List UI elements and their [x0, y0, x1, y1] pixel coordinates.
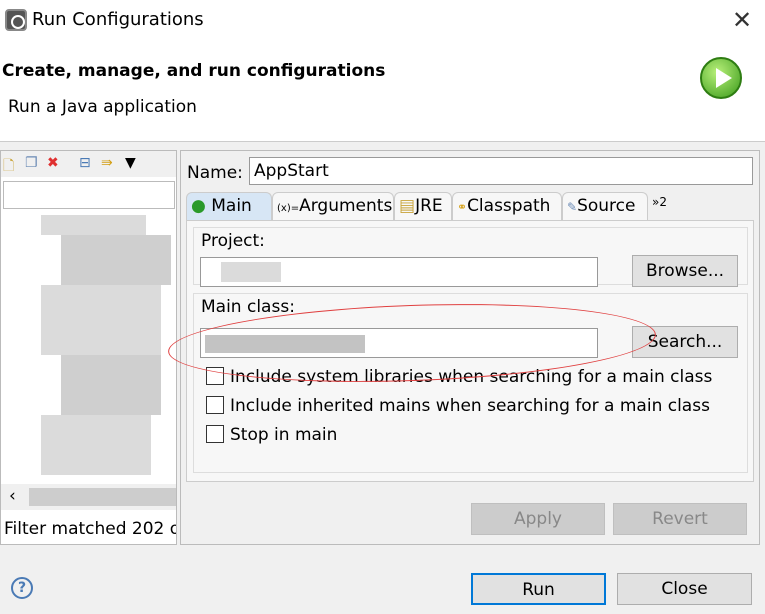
title-bar: Run Configurations ✕: [0, 0, 765, 40]
window-title: Run Configurations: [32, 9, 204, 30]
scroll-thumb[interactable]: [29, 488, 176, 506]
tab-jre[interactable]: ▤JRE: [394, 192, 452, 220]
run-button[interactable]: Run: [471, 573, 606, 605]
stop-in-main-checkbox[interactable]: Stop in main: [206, 425, 337, 447]
filter-input[interactable]: [3, 181, 175, 209]
more-tabs[interactable]: »2: [648, 192, 678, 220]
eclipse-icon: [5, 9, 27, 31]
checkbox-label: Include inherited mains when searching f…: [230, 396, 710, 416]
new-config-icon[interactable]: 🗋: [3, 155, 14, 179]
project-group: Project: Browse...: [193, 227, 748, 287]
collapse-all-icon[interactable]: ⊟: [79, 155, 91, 171]
browse-button[interactable]: Browse...: [632, 255, 738, 287]
tab-label: JRE: [415, 196, 443, 216]
dialog-header: Create, manage, and run configurations R…: [0, 40, 765, 142]
tree-toolbar: 🗋 ❐ ✖ ⊟ ⇛ ▼: [1, 151, 176, 177]
name-input[interactable]: AppStart: [249, 157, 753, 185]
filter-icon[interactable]: ⇛: [101, 155, 113, 171]
scroll-left-icon[interactable]: ‹: [9, 486, 16, 506]
filter-status: Filter matched 202 of: [4, 519, 176, 539]
close-button[interactable]: Close: [617, 573, 752, 605]
checkbox-label: Stop in main: [230, 425, 338, 445]
tab-label: Arguments: [299, 196, 393, 216]
include-inherited-mains-checkbox[interactable]: Include inherited mains when searching f…: [206, 396, 710, 418]
project-input[interactable]: [200, 257, 598, 287]
duplicate-icon[interactable]: ❐: [25, 155, 38, 171]
main-class-label: Main class:: [201, 297, 295, 317]
revert-button[interactable]: Revert: [613, 503, 747, 535]
config-tree-panel: 🗋 ❐ ✖ ⊟ ⇛ ▼ ‹ Filter matched 202 of: [0, 150, 177, 545]
header-subtitle: Run a Java application: [8, 97, 197, 117]
tab-source[interactable]: ✎Source: [562, 192, 648, 220]
project-label: Project:: [201, 231, 265, 251]
name-label: Name:: [187, 163, 243, 183]
tab-label: Main: [211, 196, 252, 216]
delete-icon[interactable]: ✖: [47, 155, 59, 171]
tab-label: Source: [577, 196, 636, 216]
horizontal-scrollbar[interactable]: ‹: [1, 484, 176, 510]
tab-bar: ● Main (x)=Arguments ▤JRE ⚭Classpath ✎So…: [186, 192, 754, 220]
apply-button[interactable]: Apply: [471, 503, 605, 535]
run-icon: [700, 57, 742, 99]
help-icon[interactable]: ?: [11, 577, 33, 599]
config-tree[interactable]: [41, 215, 171, 480]
close-icon[interactable]: ✕: [732, 6, 752, 34]
tab-main[interactable]: ● Main: [186, 192, 272, 220]
dropdown-icon[interactable]: ▼: [125, 155, 136, 171]
tab-arguments[interactable]: (x)=Arguments: [272, 192, 394, 220]
tab-classpath[interactable]: ⚭Classpath: [452, 192, 562, 220]
header-title: Create, manage, and run configurations: [2, 61, 386, 81]
tab-label: Classpath: [467, 196, 551, 216]
